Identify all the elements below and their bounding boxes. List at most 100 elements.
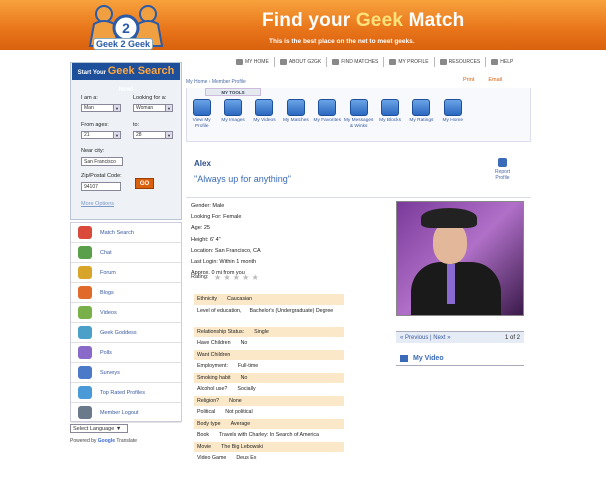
attribute-value: Single [254, 328, 269, 335]
attribute-row: Level of education, Bachelor's (Undergrad… [194, 306, 344, 327]
next-link[interactable]: Next » [433, 335, 450, 341]
profile-detail: Last Login: Within 1 month [191, 259, 257, 266]
breadcrumb[interactable]: My Home › Member Profile [186, 79, 246, 85]
video-icon [400, 355, 408, 362]
attribute-value: Average [230, 420, 251, 427]
my-video-header[interactable]: My Video [396, 352, 524, 366]
profile-detail: Looking For: Female [191, 214, 242, 221]
sidebar-item-top-rated[interactable]: Top Rated Profiles [71, 383, 181, 403]
profile-tagline: "Always up for anything" [194, 174, 291, 184]
sidebar-item-forum[interactable]: Forum [71, 263, 181, 283]
nav-my-home[interactable]: MY HOME [231, 57, 275, 67]
ratings-icon [412, 99, 431, 116]
nav-resources[interactable]: RESOURCES [435, 57, 487, 67]
rating-label: Rating: [191, 274, 209, 280]
sidebar-item-match-search[interactable]: Match Search [71, 223, 181, 243]
tool-messages[interactable]: My Messages & Winks [343, 99, 374, 129]
sidebar-item-blogs[interactable]: Blogs [71, 283, 181, 303]
chevron-down-icon: ▼ [113, 105, 120, 111]
from-age-select[interactable]: 21 ▼ [81, 131, 121, 139]
my-tools-tab: MY TOOLS [205, 88, 261, 96]
chevron-down-icon: ▼ [113, 132, 120, 138]
sidebar-item-label: Videos [100, 309, 117, 316]
previous-link[interactable]: « Previous [400, 335, 428, 341]
sidebar-item-label: Chat [100, 249, 112, 256]
attribute-row: Ethnicity Caucasian [194, 294, 344, 306]
attribute-key: Relationship Status: [197, 328, 245, 335]
info-icon [279, 59, 287, 65]
language-select[interactable]: Select Language ▼ [70, 424, 128, 433]
nav-about[interactable]: ABOUT G2GK [275, 57, 328, 67]
tool-label: My Messages & Winks [343, 118, 374, 129]
attribute-row: Relationship Status: Single [194, 326, 344, 338]
nav-help[interactable]: HELP [486, 57, 518, 67]
attribute-key: Want Children [197, 351, 231, 358]
sidebar-item-chat[interactable]: Chat [71, 243, 181, 263]
top-rated-icon [78, 386, 92, 399]
attribute-row: Book Travels with Charley: In Search of A… [194, 430, 344, 442]
attribute-key: Body type [197, 420, 221, 427]
tool-matches[interactable]: My Matches [280, 99, 311, 129]
to-age-select[interactable]: 28 ▼ [133, 131, 173, 139]
help-icon [491, 59, 499, 65]
attribute-row: Alcohol use? Socially [194, 384, 344, 396]
sidebar-item-polls[interactable]: Polls [71, 343, 181, 363]
attribute-key: Smoking habit [197, 374, 231, 381]
divider [186, 197, 531, 198]
more-options-link[interactable]: More Options [81, 201, 114, 207]
attribute-key: Political [197, 409, 216, 416]
from-ages-label: From ages: [81, 122, 109, 128]
nav-my-profile[interactable]: MY PROFILE [384, 57, 435, 67]
sidebar-item-label: Surveys [100, 369, 120, 376]
i-am-select[interactable]: Man ▼ [81, 104, 121, 112]
tool-label: My Matches [282, 118, 309, 123]
attribute-row: Body type Average [194, 418, 344, 430]
tool-videos[interactable]: My Videos [249, 99, 280, 129]
attribute-key: Ethnicity [197, 296, 218, 303]
tool-label: My Blocks [379, 118, 401, 123]
chevron-down-icon: ▼ [165, 132, 172, 138]
tool-ratings[interactable]: My Ratings [406, 99, 437, 129]
sidebar-item-label: Polls [100, 349, 112, 356]
view-profile-icon [192, 99, 211, 116]
profile-photo[interactable] [396, 201, 524, 316]
sidebar-item-geek-goddess[interactable]: Geek Goddess [71, 323, 181, 343]
looking-for-select[interactable]: Woman ▼ [133, 104, 173, 112]
go-button[interactable]: GO [135, 178, 154, 189]
sidebar-item-videos[interactable]: Videos [71, 303, 181, 323]
tool-view-profile[interactable]: View My Profile [186, 99, 217, 129]
blogs-icon [78, 286, 92, 299]
nav-find-matches[interactable]: FIND MATCHES [327, 57, 385, 67]
tool-home[interactable]: My Home [437, 99, 468, 129]
zip-input[interactable]: 94107 [81, 182, 121, 191]
rating-stars[interactable]: ★ ★ ★ ★ ★ [214, 273, 259, 282]
photo-pager: « Previous | Next » 1 of 2 [396, 331, 524, 343]
favorites-icon [318, 99, 337, 116]
to-age-label: to: [133, 122, 140, 128]
print-link[interactable]: Print [463, 77, 474, 83]
tool-label: View My Profile [192, 118, 211, 129]
profile-detail: Location: San Francisco, CA [191, 247, 261, 254]
report-profile-button[interactable]: Report Profile [490, 158, 515, 181]
attribute-row: Have Children No [194, 338, 344, 350]
tool-blocks[interactable]: My Blocks [374, 99, 405, 129]
polls-icon [78, 346, 92, 359]
attribute-key: Religion? [197, 397, 220, 404]
search-panel-title: Start Your Geek Search Now! [72, 63, 180, 93]
attribute-key: Alcohol use? [197, 386, 228, 393]
near-city-input[interactable]: San Francisco [81, 157, 123, 166]
sidebar-item-label: Geek Goddess [100, 329, 137, 336]
sidebar-item-logout[interactable]: Member Logout [71, 403, 181, 423]
attribute-value: No [240, 340, 248, 347]
sidebar-item-surveys[interactable]: Surveys [71, 363, 181, 383]
email-link[interactable]: Email [488, 77, 502, 83]
attribute-key: Video Game [197, 455, 227, 462]
attribute-key: Book [197, 432, 210, 439]
sidebar-item-label: Member Logout [100, 409, 139, 416]
profile-detail: Height: 6' 4" [191, 236, 221, 243]
tool-favorites[interactable]: My Favorites [312, 99, 343, 129]
looking-for-label: Looking for a: [133, 95, 167, 101]
tool-images[interactable]: My Images [217, 99, 248, 129]
attribute-row: Political Not political [194, 407, 344, 419]
pencil-icon [389, 59, 397, 65]
